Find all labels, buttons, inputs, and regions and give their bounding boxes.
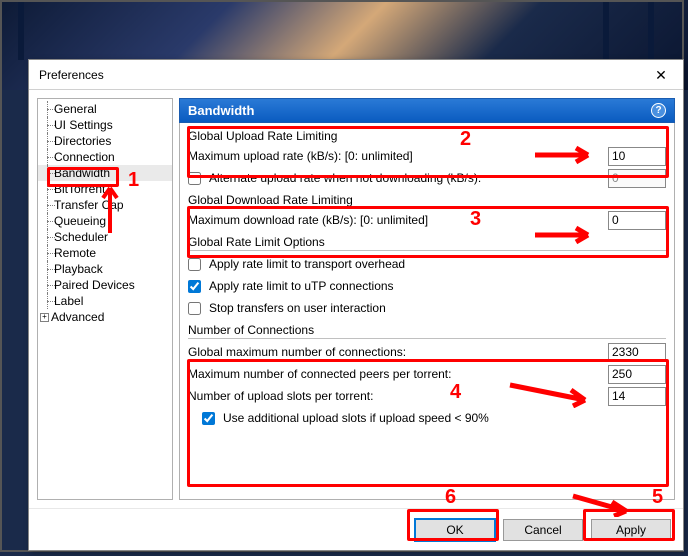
global-conn-input[interactable]: [608, 343, 666, 362]
max-upload-label: Maximum upload rate (kB/s): [0: unlimite…: [188, 149, 604, 163]
alt-upload-checkbox[interactable]: [188, 172, 201, 185]
global-conn-label: Global maximum number of connections:: [188, 345, 604, 359]
slots-label: Number of upload slots per torrent:: [188, 389, 604, 403]
apply-button[interactable]: Apply: [591, 519, 671, 541]
tree-item-directories[interactable]: Directories: [38, 133, 172, 149]
overhead-checkbox[interactable]: [188, 258, 201, 271]
tree-item-ui-settings[interactable]: UI Settings: [38, 117, 172, 133]
utp-label: Apply rate limit to uTP connections: [209, 279, 394, 293]
close-button[interactable]: ✕: [639, 60, 683, 90]
peers-label: Maximum number of connected peers per to…: [188, 367, 604, 381]
options-title: Global Rate Limit Options: [188, 235, 666, 251]
tree-item-playback[interactable]: Playback: [38, 261, 172, 277]
connections-title: Number of Connections: [188, 323, 666, 339]
tree-item-remote[interactable]: Remote: [38, 245, 172, 261]
titlebar: Preferences ✕: [29, 60, 683, 90]
max-download-label: Maximum download rate (kB/s): [0: unlimi…: [188, 213, 604, 227]
plus-icon[interactable]: +: [40, 313, 49, 322]
tree-item-label[interactable]: Label: [38, 293, 172, 309]
upload-section: Global Upload Rate Limiting Maximum uplo…: [188, 129, 666, 189]
utp-checkbox[interactable]: [188, 280, 201, 293]
tree-item-scheduler[interactable]: Scheduler: [38, 229, 172, 245]
cancel-button[interactable]: Cancel: [503, 519, 583, 541]
max-upload-input[interactable]: [608, 147, 666, 166]
tree-item-queueing[interactable]: Queueing: [38, 213, 172, 229]
panel-body: Global Upload Rate Limiting Maximum uplo…: [179, 123, 675, 500]
tree-item-paired-devices[interactable]: Paired Devices: [38, 277, 172, 293]
download-title: Global Download Rate Limiting: [188, 193, 666, 207]
alt-upload-label: Alternate upload rate when not downloadi…: [209, 171, 604, 185]
overhead-label: Apply rate limit to transport overhead: [209, 257, 405, 271]
connections-section: Number of Connections Global maximum num…: [188, 323, 666, 429]
ok-button[interactable]: OK: [415, 519, 495, 541]
tree-item-general[interactable]: General: [38, 101, 172, 117]
extra-slots-checkbox[interactable]: [202, 412, 215, 425]
slots-input[interactable]: [608, 387, 666, 406]
tree-item-transfer-cap[interactable]: Transfer Cap: [38, 197, 172, 213]
preferences-dialog: Preferences ✕ General UI Settings Direct…: [28, 59, 684, 551]
dialog-footer: OK Cancel Apply: [29, 508, 683, 550]
panel-header: Bandwidth ?: [179, 98, 675, 123]
alt-upload-input: [608, 169, 666, 188]
tree-item-bandwidth[interactable]: Bandwidth: [38, 165, 172, 181]
download-section: Global Download Rate Limiting Maximum do…: [188, 193, 666, 231]
stop-checkbox[interactable]: [188, 302, 201, 315]
stop-label: Stop transfers on user interaction: [209, 301, 386, 315]
help-icon[interactable]: ?: [651, 103, 666, 118]
max-download-input[interactable]: [608, 211, 666, 230]
tree-item-connection[interactable]: Connection: [38, 149, 172, 165]
tree-item-advanced[interactable]: +Advanced: [38, 309, 172, 325]
extra-slots-label: Use additional upload slots if upload sp…: [223, 411, 489, 425]
tree-item-bittorrent[interactable]: BitTorrent: [38, 181, 172, 197]
peers-input[interactable]: [608, 365, 666, 384]
options-section: Global Rate Limit Options Apply rate lim…: [188, 235, 666, 319]
upload-title: Global Upload Rate Limiting: [188, 129, 666, 143]
dialog-title: Preferences: [39, 60, 104, 90]
category-tree[interactable]: General UI Settings Directories Connecti…: [37, 98, 173, 500]
